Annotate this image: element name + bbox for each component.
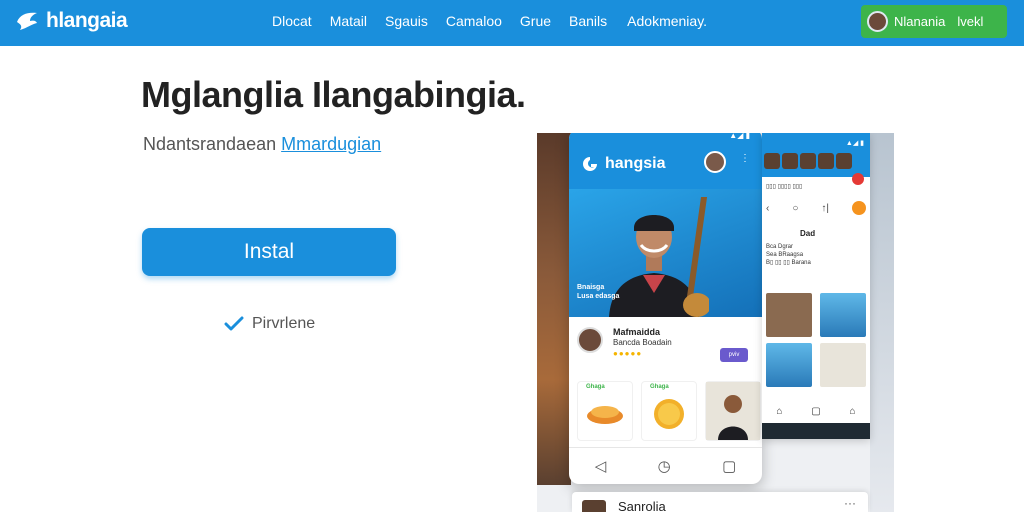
tile-portrait[interactable] <box>705 381 761 441</box>
story-avatar[interactable] <box>764 153 780 169</box>
back-icon[interactable]: ◁ <box>595 457 607 475</box>
tile-coin[interactable]: Ghaga <box>641 381 697 441</box>
checkmark-icon <box>224 316 244 331</box>
app-logo-text: hangsia <box>605 155 666 172</box>
home-icon[interactable]: ◷ <box>658 457 671 475</box>
photo-caption: Bnaisga Lusa edasga <box>577 283 619 301</box>
rating-stars: ●●●●● <box>613 349 643 358</box>
top-navigation-bar: hlangaia Dlocat Matail Sgauis Camaloo Gr… <box>0 0 1024 46</box>
profile-subtitle: Bancda Boadain <box>613 338 672 347</box>
secondary-title: Dad <box>800 229 816 238</box>
status-bar: ▲◢ ▮ <box>845 140 864 147</box>
bird-logo-icon <box>17 12 37 30</box>
app-preview-image: ▲◢ ▮ hangsia ⋮ Bnaisga Lusa edasga Mafma… <box>537 133 894 512</box>
account-button[interactable]: Nlanania lvekl <box>861 5 1007 38</box>
nav-item-2[interactable]: Matail <box>330 13 367 29</box>
verified-label: Pirvrlene <box>252 315 316 332</box>
background-street <box>870 133 894 512</box>
back-icon[interactable]: ‹ <box>766 203 769 214</box>
install-button[interactable]: Instal <box>142 228 396 276</box>
caption-line-2: Lusa edasga <box>577 293 620 300</box>
tile-food[interactable]: Ghaga <box>577 381 633 441</box>
content-tiles: Ghaga Ghaga <box>577 381 761 441</box>
subheadline-link[interactable]: Mmardugian <box>281 134 381 154</box>
text-line: Bca Dgrar <box>766 244 794 250</box>
subheadline-text: Ndantsrandaean <box>143 134 277 154</box>
status-bar: ▲◢ ▮ <box>729 133 750 140</box>
recent-apps-icon[interactable]: ▢ <box>722 457 736 475</box>
grid-photo[interactable] <box>766 343 812 387</box>
profile-action-button[interactable]: pviv <box>720 348 748 362</box>
profile-icon[interactable]: ⌂ <box>850 406 856 417</box>
tile-label: Ghaga <box>650 384 669 390</box>
phone-mockup-main: ▲◢ ▮ hangsia ⋮ Bnaisga Lusa edasga Mafma… <box>569 133 762 484</box>
card-label: Sanrolia <box>618 499 666 512</box>
secondary-text: Bca Dgrar Sea BRaagsa B▯ ▯▯ ▯▯ Barana <box>766 243 811 267</box>
more-icon[interactable]: ⋮ <box>740 153 750 164</box>
profile-avatar <box>577 327 603 353</box>
secondary-toolbar: ‹ ○ ↑| <box>766 201 866 215</box>
main-nav: Dlocat Matail Sgauis Camaloo Grue Banils… <box>272 13 707 29</box>
text-line: Sea BRaagsa <box>766 252 804 258</box>
home-icon[interactable]: ⌂ <box>776 406 782 417</box>
photo-grid <box>766 293 866 387</box>
tile-label: Ghaga <box>586 384 605 390</box>
verified-row: Pirvrlene <box>224 315 315 333</box>
featured-photo[interactable]: Bnaisga Lusa edasga <box>569 189 762 317</box>
square-icon[interactable]: ▢ <box>811 406 820 417</box>
user-avatar <box>867 11 888 32</box>
secondary-bottom-nav: ⌂ ▢ ⌂ <box>762 399 870 423</box>
android-nav-bar: ◁ ◷ ▢ <box>569 447 762 484</box>
story-avatar[interactable] <box>782 153 798 169</box>
account-name: Nlanania <box>894 14 946 29</box>
portrait-thumbnail <box>706 382 760 440</box>
secondary-header: ▲◢ ▮ <box>762 133 870 177</box>
nav-item-4[interactable]: Camaloo <box>446 13 502 29</box>
account-action: lvekl <box>957 14 984 29</box>
app-header: ▲◢ ▮ hangsia ⋮ <box>569 133 762 189</box>
story-avatar[interactable] <box>836 153 852 169</box>
grid-photo[interactable] <box>820 293 866 337</box>
nav-item-5[interactable]: Grue <box>520 13 551 29</box>
dark-nav-bar <box>762 423 870 439</box>
page-headline: Mglanglia Ilangabingia. <box>141 74 526 115</box>
grid-photo[interactable] <box>820 343 866 387</box>
story-avatars <box>764 153 852 169</box>
nav-item-7[interactable]: Adokmeniay. <box>627 13 707 29</box>
app-logo: hangsia <box>581 155 665 173</box>
nav-item-3[interactable]: Sgauis <box>385 13 428 29</box>
text-line: B▯ ▯▯ ▯▯ Barana <box>766 260 811 266</box>
app-logo-icon <box>583 157 597 171</box>
profile-name: Mafmaidda <box>613 327 661 337</box>
story-avatar[interactable] <box>818 153 834 169</box>
orange-status-dot <box>852 201 866 215</box>
secondary-subheader: ▯▯▯ ▯▯▯▯ ▯▯▯ <box>766 184 803 190</box>
grid-photo[interactable] <box>766 293 812 337</box>
background-photo <box>537 133 571 485</box>
app-avatar[interactable] <box>704 151 726 173</box>
caption-line-1: Bnaisga <box>577 284 605 291</box>
story-avatar[interactable] <box>800 153 816 169</box>
page-subheadline: Ndantsrandaean Mmardugian <box>143 134 381 155</box>
nav-item-6[interactable]: Banils <box>569 13 607 29</box>
nav-item-1[interactable]: Dlocat <box>272 13 312 29</box>
more-options-icon[interactable]: ··· <box>844 496 856 510</box>
search-icon[interactable]: ○ <box>792 203 798 214</box>
brand-name: hlangaia <box>46 9 128 32</box>
profile-card[interactable]: Mafmaidda Bancda Boadain ●●●●● pviv <box>577 325 754 365</box>
notification-badge <box>852 173 864 185</box>
brand-logo[interactable]: hlangaia <box>14 8 128 34</box>
share-icon[interactable]: ↑| <box>821 203 829 214</box>
card-avatar <box>582 500 606 512</box>
phone-mockup-secondary: ▲◢ ▮ ▯▯▯ ▯▯▯▯ ▯▯▯ ‹ ○ ↑| Dad Bca Dgrar S… <box>762 133 870 439</box>
bottom-list-card[interactable]: Sanrolia ··· <box>572 492 868 512</box>
